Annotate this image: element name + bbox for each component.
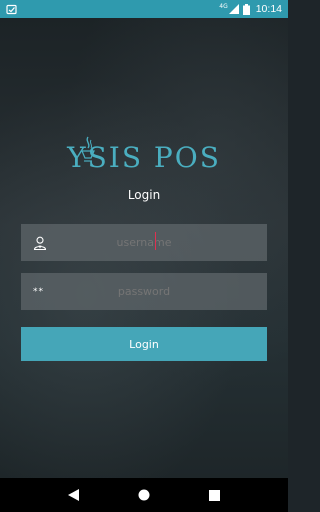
password-input[interactable] <box>21 284 267 299</box>
navigation-bar <box>0 478 288 512</box>
home-button[interactable] <box>129 480 159 510</box>
login-button[interactable]: Login <box>21 327 267 361</box>
status-bar: 4G 10:14 <box>0 0 288 18</box>
battery-icon <box>242 3 250 15</box>
recents-icon <box>209 489 221 501</box>
cup-steam-icon <box>81 136 95 162</box>
username-field[interactable] <box>21 224 267 261</box>
status-time: 10:14 <box>255 3 282 15</box>
app-logo: YSIS POS <box>0 132 288 182</box>
recents-button[interactable] <box>200 480 230 510</box>
back-button[interactable] <box>58 480 88 510</box>
password-field[interactable]: ** <box>21 273 267 310</box>
password-icon: ** <box>33 286 44 297</box>
back-icon <box>67 489 79 501</box>
text-caret <box>155 232 156 250</box>
network-type-label: 4G <box>219 2 228 10</box>
notification-icon <box>6 4 17 14</box>
signal-icon <box>228 4 239 14</box>
login-title: Login <box>127 188 161 202</box>
user-icon <box>33 236 47 250</box>
username-input[interactable] <box>21 235 267 250</box>
home-icon <box>138 489 150 501</box>
